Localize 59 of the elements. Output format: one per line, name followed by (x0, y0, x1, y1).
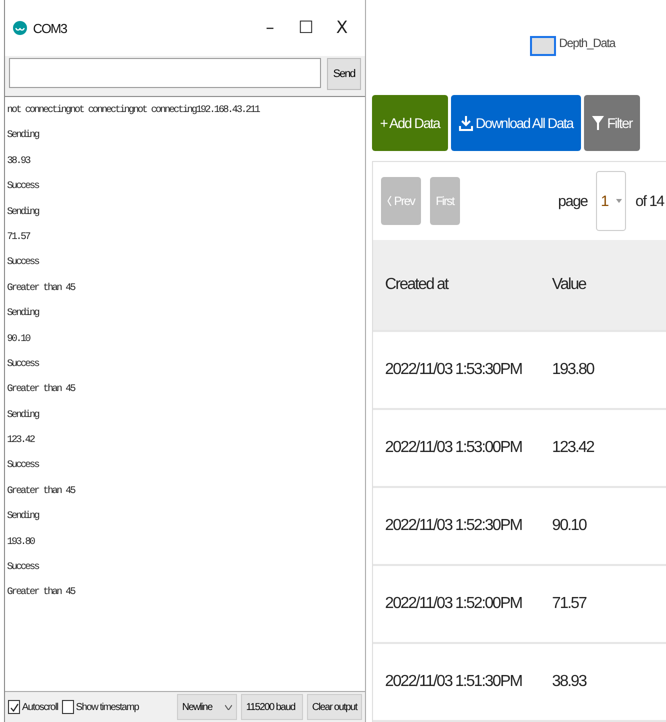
checkbox[interactable] (62, 700, 74, 714)
chevron-icon (225, 704, 232, 710)
message-input-field[interactable] (9, 58, 321, 88)
legend-label: Depth_Data (559, 36, 616, 50)
baud-rate-dropdown[interactable]: 115200 baud (241, 694, 304, 720)
output-line: Greater than 45 (7, 486, 76, 499)
legend-swatch (530, 36, 556, 56)
output-line: not connectingnot connectingnot connecting192.168.43.211 (7, 105, 261, 118)
output-line: 123.42 (7, 435, 36, 448)
output-line: Greater than 45 (7, 282, 76, 296)
output-line: Greater than 45 (7, 384, 76, 398)
output-line: Sending (7, 308, 40, 322)
close-button[interactable]: X (327, 18, 357, 38)
table-cell-text: 123.42 (552, 439, 596, 457)
output-line: Sending (7, 511, 40, 524)
clear-output-button[interactable]: Clear output (307, 694, 362, 720)
filter-button[interactable]: Filter (584, 95, 640, 151)
download-icon (458, 115, 473, 132)
send-button[interactable]: Send (327, 58, 361, 90)
add-button[interactable]: + Add Data (372, 95, 448, 151)
output-line: 90.10 (7, 334, 32, 347)
output-line: Greater than 45 (7, 587, 76, 600)
output-line: Sending (7, 410, 40, 423)
line-ending-dropdown[interactable]: Newline (177, 694, 238, 720)
app-logo-icon (13, 21, 27, 35)
checkbox-option[interactable]: Autoscroll (8, 700, 58, 714)
maximize-button[interactable]: ☐ (291, 18, 321, 38)
table-cell-text: 2022/11/03 1:52:00PM (385, 595, 523, 613)
output-line: 38.93 (7, 156, 32, 169)
caret-icon (616, 199, 622, 203)
chevron-left-icon (387, 196, 392, 206)
filter-icon (592, 115, 604, 132)
column-header: Created at (385, 276, 450, 294)
table-cell-text: 71.57 (552, 595, 588, 613)
output-line: Success (7, 181, 40, 194)
table-cell-text: 2022/11/03 1:52:30PM (385, 517, 523, 535)
output-line: Success (7, 562, 40, 576)
checkbox[interactable] (8, 700, 20, 714)
table-cell-text: 2022/11/03 1:51:30PM (385, 673, 523, 691)
output-line: Success (7, 257, 40, 270)
page-select[interactable]: 1 (596, 171, 626, 231)
output-line: Sending (7, 130, 40, 144)
output-line: 71.57 (7, 232, 32, 245)
output-line: 193.80 (7, 536, 36, 550)
minimize-button[interactable]: – (255, 18, 285, 38)
table-cell-text: 2022/11/03 1:53:30PM (385, 361, 523, 379)
table-cell-text: 193.80 (552, 361, 596, 379)
checkbox-option[interactable]: Show timestamp (62, 700, 139, 714)
output-line: Success (7, 358, 40, 372)
table-cell-text: 2022/11/03 1:53:00PM (385, 439, 523, 457)
page-count: of 14 (635, 192, 664, 210)
page-label: page (558, 192, 588, 210)
window-title: COM3 (33, 20, 68, 36)
output-line: Success (7, 460, 40, 474)
download-button[interactable]: Download All Data (450, 95, 582, 151)
table-cell-text: 90.10 (552, 517, 588, 535)
output-line: Sending (7, 206, 40, 220)
table-cell-text: 38.93 (552, 673, 588, 691)
column-header: Value (552, 276, 588, 294)
